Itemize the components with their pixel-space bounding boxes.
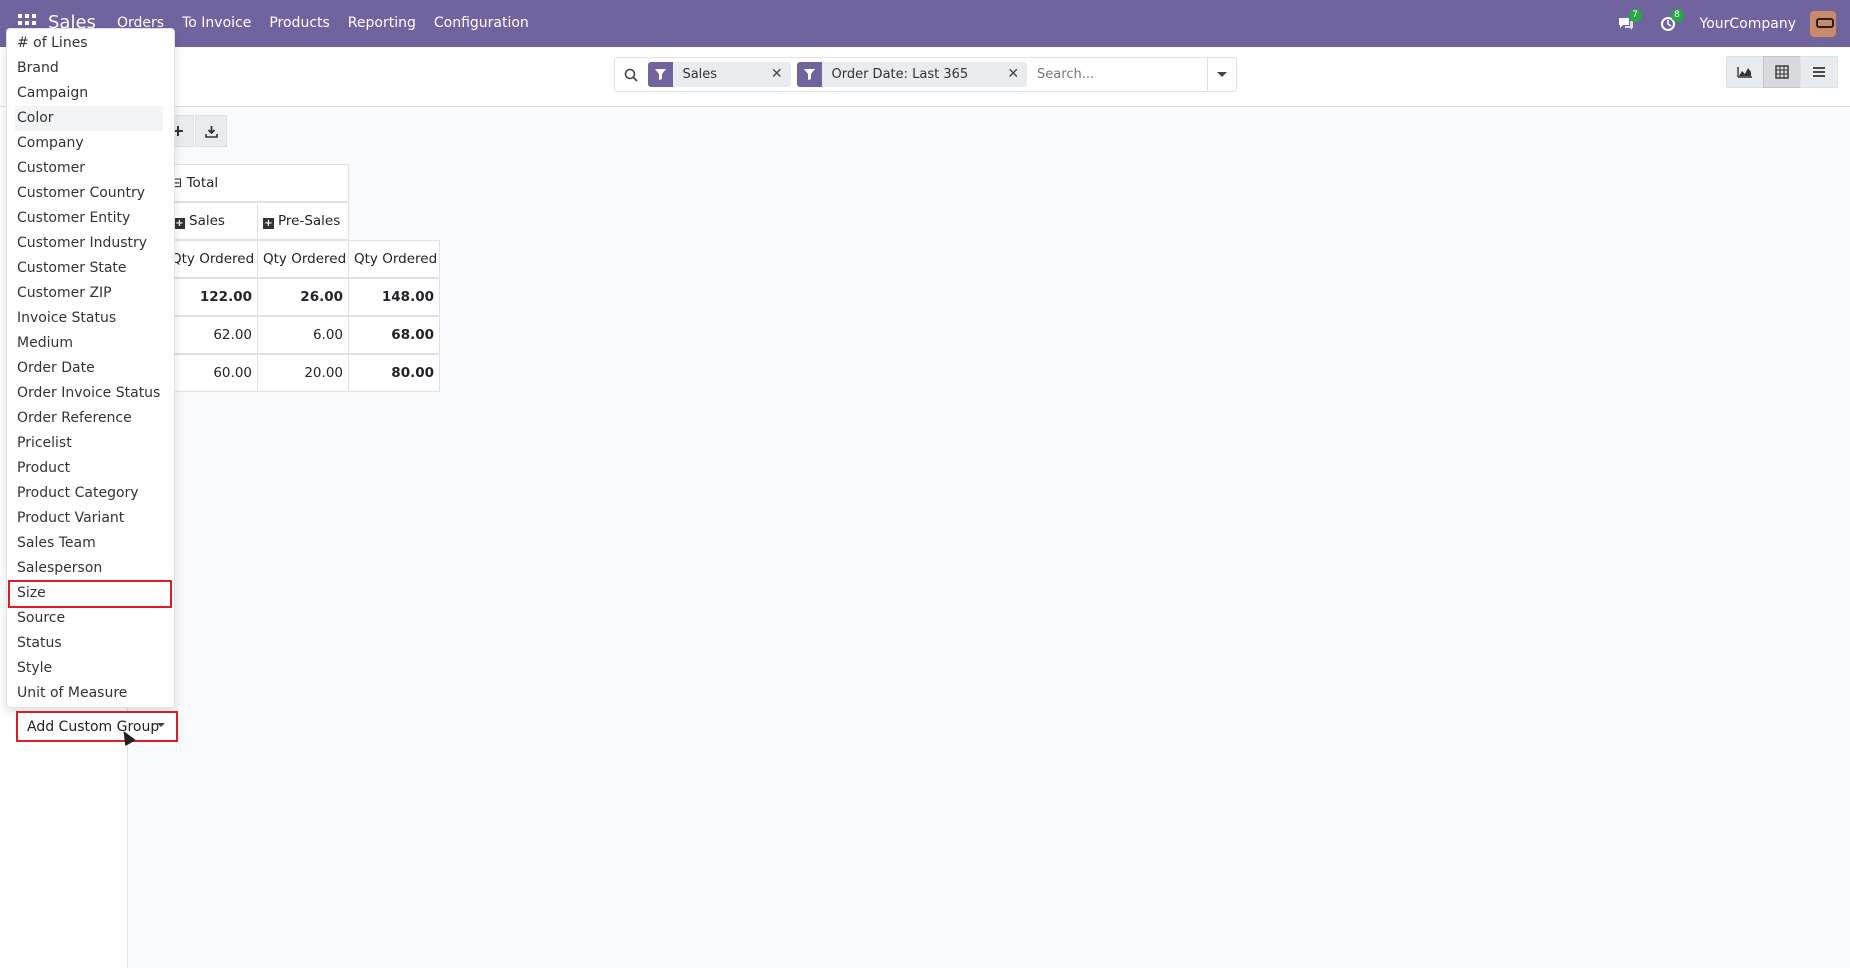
user-avatar[interactable] [1810,10,1836,37]
pivot-header-pre-sales[interactable]: + Pre-Sales [257,202,349,240]
download-icon [204,125,218,138]
group-option[interactable]: Company [17,131,84,156]
pivot-view-button[interactable] [1763,56,1801,88]
add-custom-group-label: Add Custom Group [27,718,160,735]
top-navbar: Sales Orders To Invoice Products Reporti… [0,0,1850,47]
search-facet: Order Date: Last 365 Days ✕ [796,62,1028,87]
list-icon [1813,67,1825,77]
menu-configuration[interactable]: Configuration [425,0,538,47]
add-custom-group-select[interactable]: Add Custom Group [16,711,178,742]
company-switcher[interactable]: YourCompany [1700,16,1797,32]
table-icon [1775,65,1789,79]
group-option[interactable]: Campaign [17,81,88,106]
activities-badge: 8 [1670,9,1684,22]
pivot-cell[interactable]: 68.00 [348,316,440,354]
search-facet: Sales Orders ✕ [647,62,791,87]
plus-square-icon: + [174,218,185,229]
group-option[interactable]: Product [17,456,70,481]
group-option[interactable]: Salesperson [17,556,102,581]
measure-header[interactable]: Qty Ordered [257,240,349,278]
pivot-cell[interactable]: 62.00 [165,316,258,354]
pivot-cell[interactable]: 20.00 [257,354,349,392]
group-option[interactable]: Color [15,106,163,131]
menu-reporting[interactable]: Reporting [339,0,425,47]
group-option[interactable]: Invoice Status [17,306,116,331]
messages-button[interactable]: 7 [1610,0,1642,47]
facet-remove-icon[interactable]: ✕ [1005,62,1027,87]
control-panel: Sales Orders ✕ Order Date: Last 365 Days… [0,47,1850,107]
group-option[interactable]: Product Variant [17,506,124,531]
group-option[interactable]: Order Date [17,356,95,381]
group-option[interactable]: Sales Team [17,531,96,556]
facet-remove-icon[interactable]: ✕ [769,62,791,87]
area-chart-icon [1737,67,1752,78]
messages-badge: 7 [1628,9,1642,22]
pivot-cell[interactable]: 80.00 [348,354,440,392]
facet-label: Order Date: Last 365 Days [831,67,969,82]
pivot-cell[interactable]: 60.00 [165,354,258,392]
pivot-cell[interactable]: 26.00 [257,278,349,316]
caret-down-icon [157,723,165,727]
group-option[interactable]: Customer Industry [17,231,147,256]
graph-view-button[interactable] [1726,56,1764,88]
group-option[interactable]: Brand [17,56,59,81]
menu-to-invoice[interactable]: To Invoice [173,0,260,47]
download-button[interactable] [195,115,227,147]
group-option[interactable]: Customer State [17,256,127,281]
pivot-header-total[interactable]: ⊟ Total [165,164,349,202]
group-option[interactable]: Customer Entity [17,206,130,231]
plus-square-icon: + [263,218,274,229]
group-option[interactable]: Unit of Measure [17,681,127,706]
search-input[interactable] [1037,67,1208,82]
group-option[interactable]: Product Category [17,481,139,506]
measure-header[interactable]: Qty Ordered [348,240,440,278]
pivot-cell[interactable]: 122.00 [165,278,258,316]
size-highlight-box [8,580,172,608]
group-option[interactable]: Customer [17,156,85,181]
search-options-toggle[interactable] [1207,58,1236,91]
menu-products[interactable]: Products [260,0,338,47]
pivot-header-sales[interactable]: + Sales [165,202,258,240]
group-option[interactable]: Order Reference [17,406,132,431]
group-option[interactable]: Customer ZIP [17,281,112,306]
group-option[interactable]: Medium [17,331,73,356]
filter-icon [796,62,823,87]
search-icon[interactable] [615,58,648,91]
caret-down-icon [1217,72,1228,77]
activities-button[interactable]: 8 [1652,0,1684,47]
group-option[interactable]: Source [17,606,65,631]
filter-icon [647,62,674,87]
group-option[interactable]: Status [17,631,62,656]
pivot-cell[interactable]: 148.00 [348,278,440,316]
group-option[interactable]: Style [17,656,52,681]
pivot-cell[interactable]: 6.00 [257,316,349,354]
group-option[interactable]: Customer Country [17,181,145,206]
group-option[interactable]: # of Lines [17,31,88,56]
search-bar: Sales Orders ✕ Order Date: Last 365 Days… [614,57,1237,92]
facet-label: Sales Orders [682,67,718,82]
group-option[interactable]: Pricelist [17,431,72,456]
systray: 7 8 YourCompany [1610,0,1850,47]
group-option[interactable]: Order Invoice Status [17,381,160,406]
view-switcher [1726,56,1838,88]
list-view-button[interactable] [1800,56,1838,88]
measure-header[interactable]: Qty Ordered [165,240,258,278]
